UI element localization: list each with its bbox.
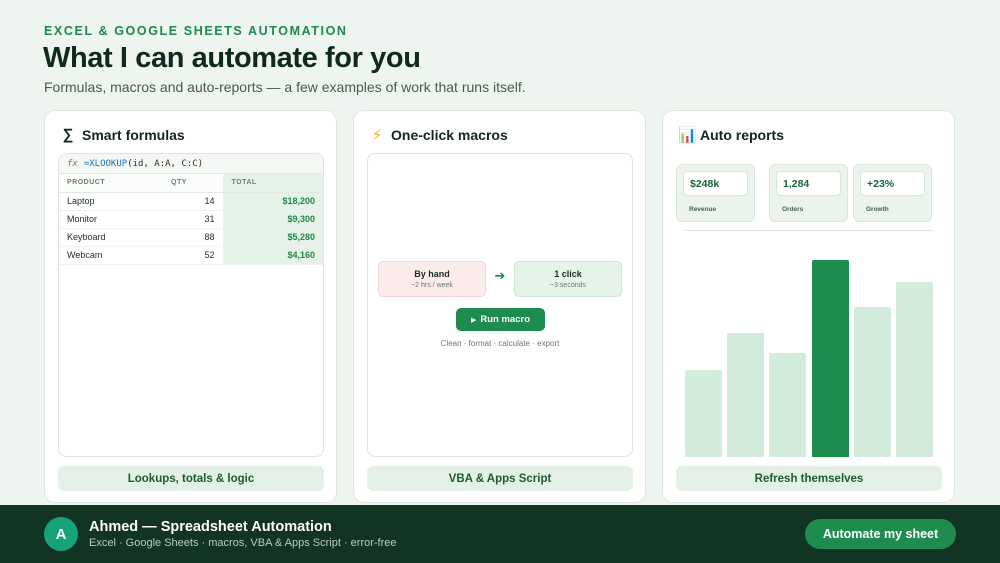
bar-chart-icon: 📊 <box>678 127 697 144</box>
macro-preview: By hand ~2 hrs / week ➔ 1 click ~3 secon… <box>367 153 633 457</box>
kpi-revenue: $248k Revenue <box>676 164 755 222</box>
macro-steps: Clean · format · calculate · export <box>440 339 560 348</box>
kpi-value: 1,284 <box>776 171 841 196</box>
card-footer-tag: Lookups, totals & logic <box>58 466 324 491</box>
card-one-click-macros: ⚡ One-click macros By hand ~2 hrs / week… <box>353 110 646 503</box>
by-hand-box: By hand ~2 hrs / week <box>378 261 486 297</box>
report-bar <box>896 282 933 457</box>
card-footer-tag: Refresh themselves <box>676 466 942 491</box>
cell-product[interactable]: Webcam <box>59 246 163 265</box>
table-row[interactable]: Webcam 52 $4,160 <box>59 246 323 265</box>
author-name: Ahmed — Spreadsheet Automation <box>89 519 332 535</box>
card-footer-tag: VBA & Apps Script <box>367 466 633 491</box>
table-row[interactable]: Monitor 31 $9,300 <box>59 210 323 229</box>
card-title: Smart formulas <box>82 126 185 143</box>
report-bar-chart <box>685 237 933 457</box>
formula-text: =XLOOKUP(id, A:A, C:C) <box>84 159 203 169</box>
eyebrow: EXCEL & GOOGLE SHEETS AUTOMATION <box>44 24 348 38</box>
kpi-value: $248k <box>683 171 748 196</box>
cell-total[interactable]: $5,280 <box>223 228 323 247</box>
card-smart-formulas: ∑ Smart formulas fx =XLOOKUP(id, A:A, C:… <box>44 110 337 503</box>
kpi-growth: +23% Growth <box>853 164 932 222</box>
kpi-label: Revenue <box>689 206 717 213</box>
report-bar <box>685 370 722 457</box>
card-auto-reports: 📊 Auto reports $248k Revenue 1,284 Order… <box>662 110 955 503</box>
report-bar <box>853 307 891 457</box>
kpi-label: Growth <box>866 206 889 213</box>
cell-total[interactable]: $4,160 <box>223 246 323 265</box>
sigma-icon: ∑ <box>62 126 74 143</box>
cell-qty[interactable]: 31 <box>163 210 224 229</box>
kpi-value: +23% <box>860 171 925 196</box>
fx-icon: fx <box>67 158 78 169</box>
run-macro-label: Run macro <box>480 314 530 325</box>
arrow-right-icon: ➔ <box>494 268 506 283</box>
table-row[interactable]: Keyboard 88 $5,280 <box>59 228 323 247</box>
card-title-row: ∑ Smart formulas <box>60 126 185 143</box>
cell-product[interactable]: Laptop <box>59 192 163 211</box>
cell-total[interactable]: $9,300 <box>223 210 323 229</box>
column-header-product: PRODUCT <box>59 174 163 193</box>
author-tagline: Excel · Google Sheets · macros, VBA & Ap… <box>89 537 397 549</box>
cell-qty[interactable]: 52 <box>163 246 224 265</box>
kpi-orders: 1,284 Orders <box>769 164 848 222</box>
cell-qty[interactable]: 88 <box>163 228 224 247</box>
card-title-row: ⚡ One-click macros <box>369 126 508 144</box>
product-table: PRODUCT QTY TOTAL Laptop 14 $18,200 Moni… <box>59 174 323 265</box>
divider <box>685 230 933 231</box>
report-bar <box>727 333 765 457</box>
by-hand-subtitle: ~2 hrs / week <box>411 282 453 289</box>
cell-product[interactable]: Monitor <box>59 210 163 229</box>
formula-function: =XLOOKUP <box>83 158 128 169</box>
avatar: A <box>44 517 78 551</box>
report-bar <box>769 353 807 457</box>
spreadsheet-preview: fx =XLOOKUP(id, A:A, C:C) PRODUCT QTY TO… <box>58 153 324 457</box>
column-header-total: TOTAL <box>223 174 323 193</box>
by-hand-title: By hand <box>414 269 450 279</box>
automate-my-sheet-button[interactable]: Automate my sheet <box>805 519 956 549</box>
table-header-row: PRODUCT QTY TOTAL <box>59 174 323 193</box>
page-subtitle: Formulas, macros and auto-reports — a fe… <box>44 79 526 95</box>
card-title: Auto reports <box>700 127 784 143</box>
card-title: One-click macros <box>391 127 508 143</box>
one-click-title: 1 click <box>554 269 582 279</box>
card-title-row: 📊 Auto reports <box>678 126 784 144</box>
table-row[interactable]: Laptop 14 $18,200 <box>59 192 323 211</box>
footer-bar: A Ahmed — Spreadsheet Automation Excel ·… <box>0 505 1000 563</box>
one-click-subtitle: ~3 seconds <box>550 282 586 289</box>
page-title: What I can automate for you <box>43 42 421 74</box>
report-bar <box>811 260 849 457</box>
lightning-icon: ⚡ <box>371 127 383 144</box>
run-macro-button[interactable]: ▶ Run macro <box>456 308 545 331</box>
one-click-box: 1 click ~3 seconds <box>514 261 622 297</box>
cell-qty[interactable]: 14 <box>163 192 224 211</box>
report-preview: $248k Revenue 1,284 Orders +23% Growth <box>676 153 942 457</box>
play-icon: ▶ <box>470 316 477 324</box>
column-header-qty: QTY <box>163 174 224 193</box>
formula-args: (id, A:A, C:C) <box>127 158 204 169</box>
cell-total[interactable]: $18,200 <box>223 192 323 211</box>
cell-product[interactable]: Keyboard <box>59 228 163 247</box>
formula-bar[interactable]: fx =XLOOKUP(id, A:A, C:C) <box>59 154 323 174</box>
kpi-label: Orders <box>782 206 804 213</box>
